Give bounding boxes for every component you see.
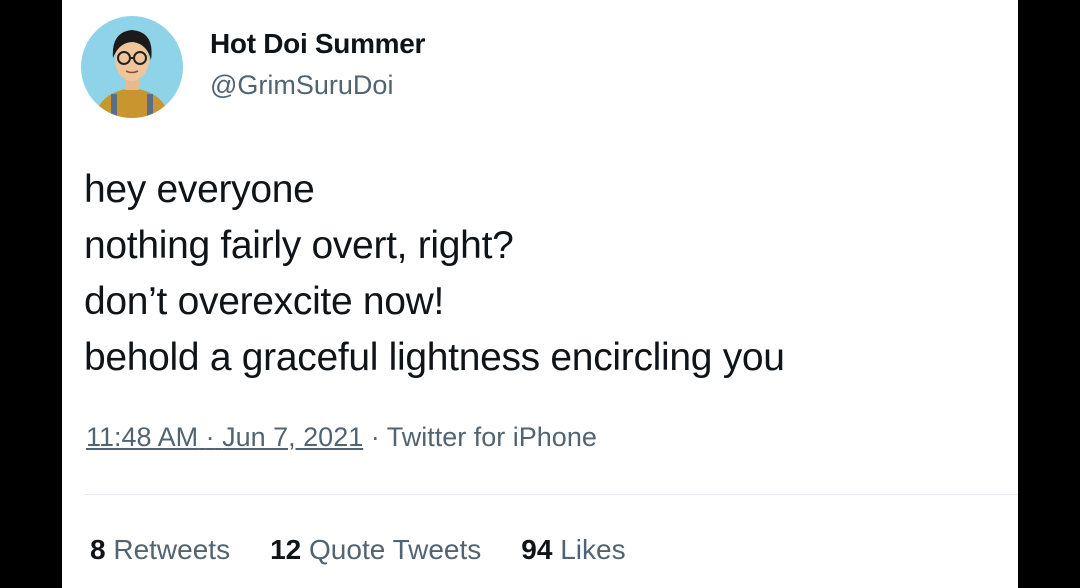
- meta-separator: ·: [370, 422, 380, 452]
- tweet-line: don’t overexcite now!: [84, 280, 445, 323]
- tweet-card: Hot Doi Summer @GrimSuruDoi hey everyone…: [62, 0, 1018, 588]
- retweets-stat[interactable]: 8 Retweets: [90, 534, 230, 566]
- likes-count: 94: [521, 534, 553, 565]
- tweet-text: hey everyone nothing fairly overt, right…: [84, 162, 1004, 386]
- tweet-line: hey everyone: [84, 168, 315, 211]
- tweet-time: 11:48 AM: [86, 422, 199, 452]
- avatar[interactable]: [81, 16, 183, 118]
- tweet-stats: 8 Retweets 12 Quote Tweets 94 Likes: [90, 534, 666, 566]
- tweet-line: nothing fairly overt, right?: [84, 224, 514, 267]
- author-handle[interactable]: @GrimSuruDoi: [210, 70, 393, 101]
- tweet-line: behold a graceful lightness encircling y…: [84, 336, 785, 379]
- tweet-time-link[interactable]: 11:48 AM · Jun 7, 2021: [86, 422, 363, 452]
- tweet-metadata: 11:48 AM · Jun 7, 2021 · Twitter for iPh…: [86, 422, 597, 453]
- meta-separator: ·: [205, 422, 215, 452]
- likes-stat[interactable]: 94 Likes: [521, 534, 625, 566]
- retweets-count: 8: [90, 534, 106, 565]
- retweets-label: Retweets: [113, 534, 231, 565]
- user-avatar-icon: [81, 16, 183, 118]
- quote-tweets-stat[interactable]: 12 Quote Tweets: [270, 534, 481, 566]
- tweet-source[interactable]: Twitter for iPhone: [387, 422, 597, 452]
- likes-label: Likes: [560, 534, 626, 565]
- quote-tweets-count: 12: [270, 534, 302, 565]
- author-display-name[interactable]: Hot Doi Summer: [210, 28, 425, 60]
- divider: [84, 494, 1018, 495]
- tweet-date: Jun 7, 2021: [222, 422, 364, 452]
- quote-tweets-label: Quote Tweets: [309, 534, 482, 565]
